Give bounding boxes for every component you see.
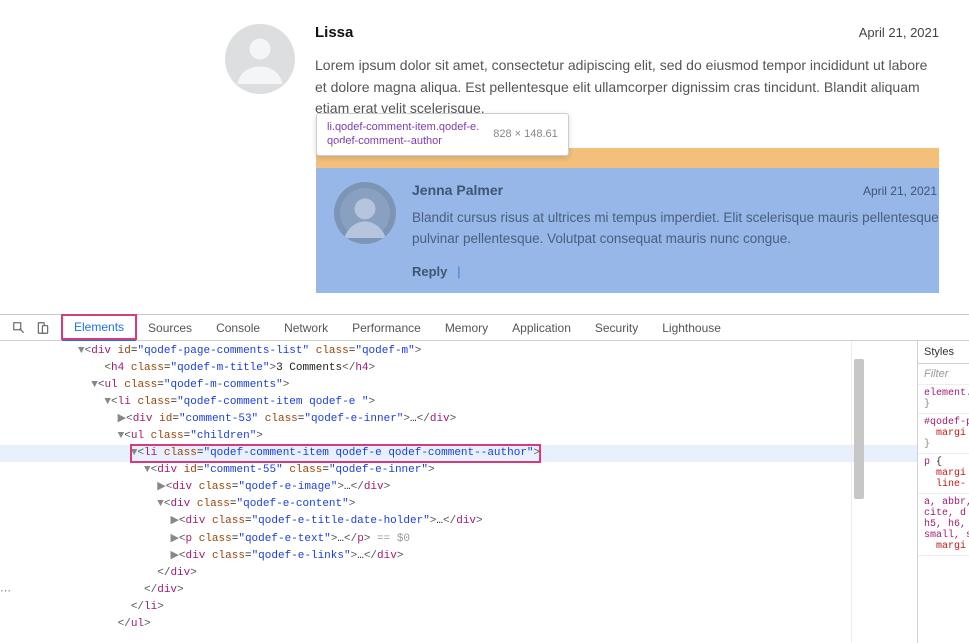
tab-memory[interactable]: Memory	[433, 315, 500, 341]
elements-tree[interactable]: ▼<div id="qodef-page-comments-list" clas…	[0, 341, 917, 643]
tooltip-dimensions: 828 × 148.61	[493, 128, 558, 140]
devtools-panel: Elements Sources Console Network Perform…	[0, 314, 969, 643]
nested-date: April 21, 2021	[863, 184, 937, 198]
ellipsis-icon: ⋯	[0, 584, 11, 601]
rule-selector: #qodef-p	[924, 417, 969, 428]
text-caret-icon: |	[457, 264, 461, 279]
tab-security[interactable]: Security	[583, 315, 650, 341]
device-toggle-icon[interactable]	[36, 321, 50, 335]
tab-application[interactable]: Application	[500, 315, 583, 341]
tab-elements[interactable]: Elements	[62, 315, 136, 341]
scroll-thumb[interactable]	[854, 359, 864, 499]
tab-network[interactable]: Network	[272, 315, 340, 341]
reply-label: Reply	[412, 264, 447, 279]
comment-author: Lissa	[315, 24, 353, 41]
styles-filter-input[interactable]: Filter	[918, 364, 969, 385]
reply-link[interactable]: Reply |	[412, 264, 939, 279]
comment-body: Lorem ipsum dolor sit amet, consectetur …	[315, 55, 939, 120]
comment-header: Lissa April 21, 2021	[315, 24, 939, 41]
nested-avatar	[334, 182, 396, 244]
rule-selector: p	[924, 457, 930, 468]
rule-selector: element.	[924, 388, 969, 399]
nested-header: Jenna Palmer April 21, 2021	[412, 182, 939, 198]
tab-lighthouse[interactable]: Lighthouse	[650, 315, 733, 341]
scrollbar[interactable]	[851, 341, 865, 643]
nested-author: Jenna Palmer	[412, 182, 503, 198]
tab-console[interactable]: Console	[204, 315, 272, 341]
tab-performance[interactable]: Performance	[340, 315, 433, 341]
styles-pane[interactable]: Styles Filter element.} #qodef-p margi} …	[917, 341, 969, 643]
nested-body: Blandit cursus risus at ultrices mi temp…	[412, 208, 939, 250]
devtools-tabbar: Elements Sources Console Network Perform…	[0, 315, 969, 341]
inspect-icon[interactable]	[12, 321, 26, 335]
page-content: Lissa April 21, 2021 Lorem ipsum dolor s…	[0, 0, 969, 314]
equals-dollar-zero: == $0	[377, 533, 410, 545]
tooltip-selector-line1: li.qodef-comment-item.qodef-e.	[327, 121, 479, 133]
user-icon	[230, 29, 290, 89]
tooltip-arrow-icon	[336, 143, 348, 149]
comment-date: April 21, 2021	[859, 25, 939, 40]
inspector-tooltip: li.qodef-comment-item.qodef-e. qodef-com…	[316, 113, 569, 156]
tab-sources[interactable]: Sources	[136, 315, 204, 341]
comment-main: Lissa April 21, 2021 Lorem ipsum dolor s…	[315, 24, 939, 120]
styles-tab[interactable]: Styles	[918, 341, 969, 364]
highlighted-nested-comment: Jenna Palmer April 21, 2021 Blandit curs…	[316, 168, 939, 293]
avatar-placeholder	[225, 24, 295, 94]
user-photo-icon	[340, 188, 390, 238]
comments-title-text: 3 Comments	[276, 362, 342, 374]
